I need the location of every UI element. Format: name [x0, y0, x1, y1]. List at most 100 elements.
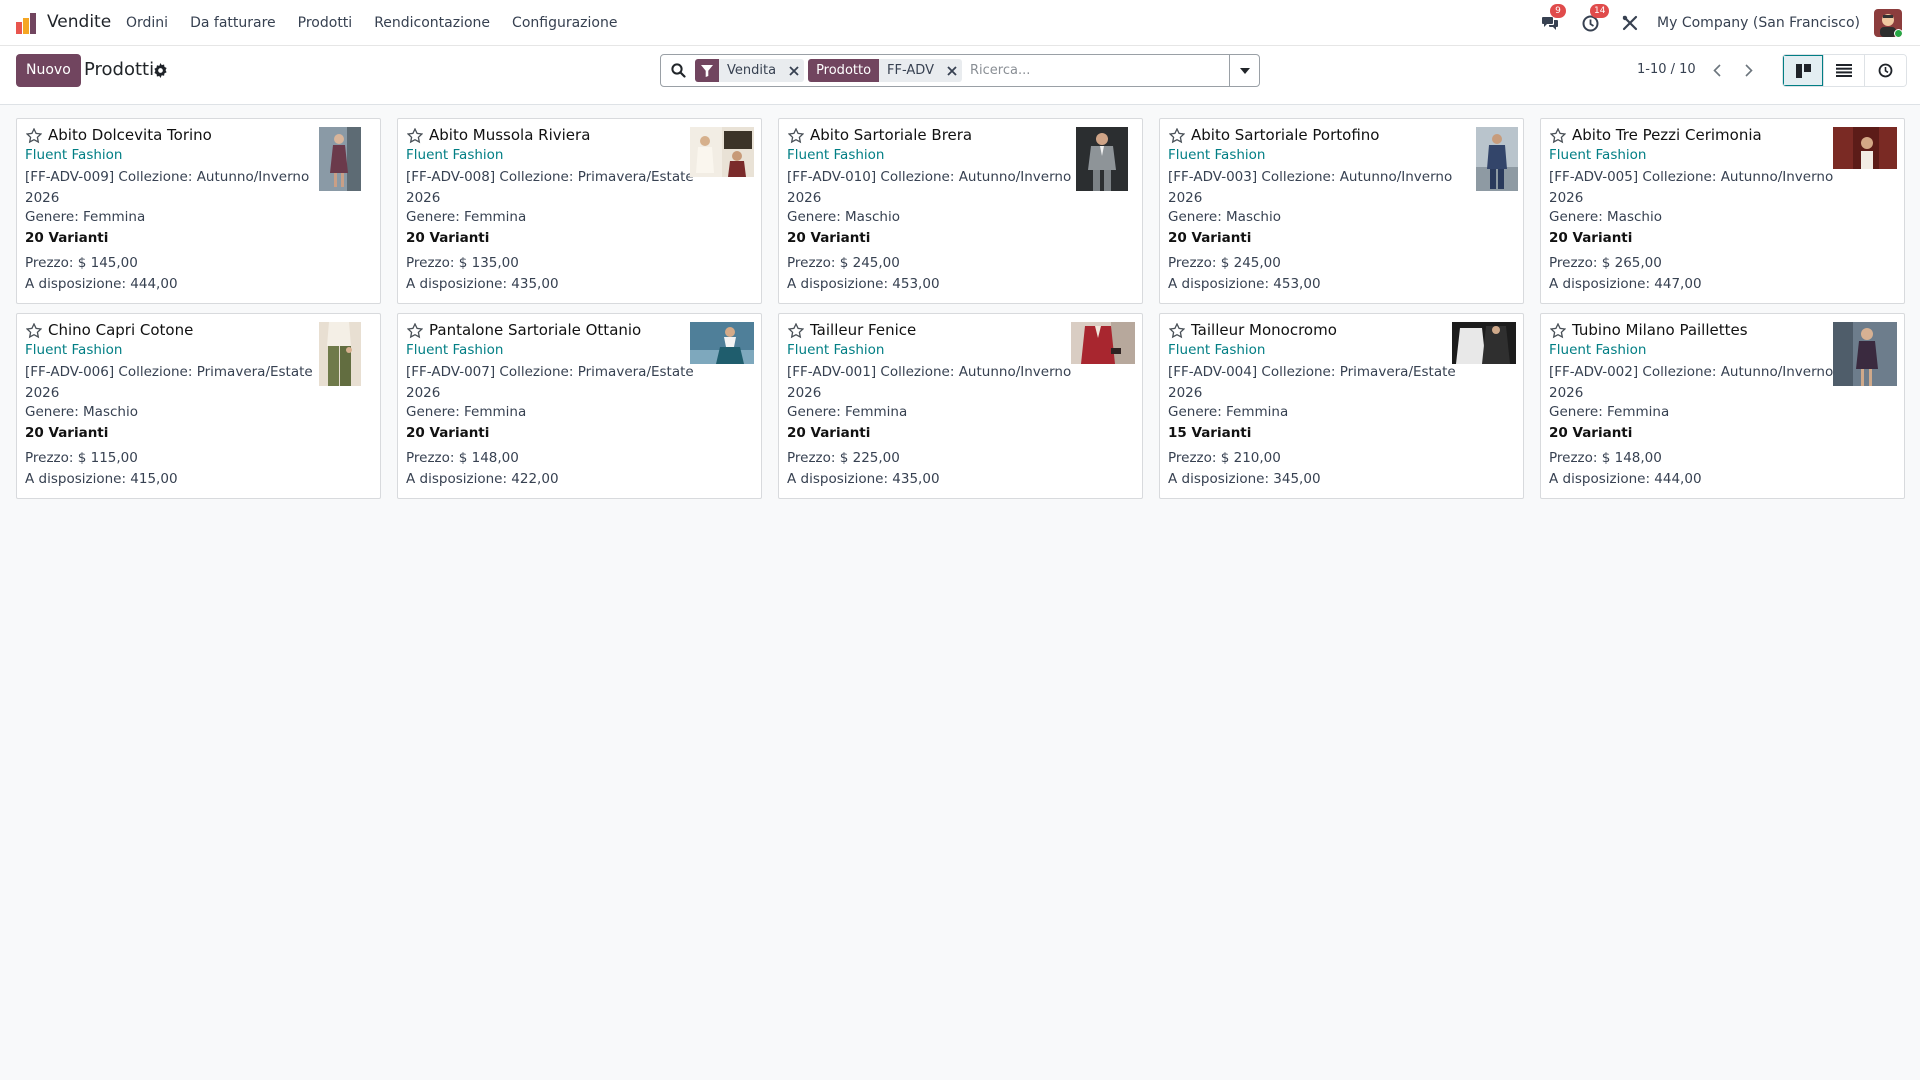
filter-funnel-icon: [701, 64, 713, 77]
product-description: [FF-ADV-004] Collezione: Primavera/Estat…: [1168, 364, 1456, 401]
product-brand: Fluent Fashion: [406, 342, 504, 358]
search-button[interactable]: [661, 55, 695, 86]
search-bar: Vendita Prodotto FF-ADV: [660, 54, 1260, 87]
product-card[interactable]: Tailleur Fenice Fluent Fashion [FF-ADV-0…: [778, 313, 1143, 499]
control-panel: Nuovo Prodotti Vendita Prodotto FF-ADV R…: [0, 46, 1920, 105]
favorite-star-icon[interactable]: [1169, 128, 1185, 144]
product-genre: Genere: Femmina: [1168, 404, 1289, 420]
favorite-star-icon[interactable]: [788, 323, 804, 339]
product-variants: 20 Varianti: [787, 230, 871, 246]
product-stock: A disposizione: 415,00: [25, 471, 178, 487]
product-price: Prezzo: $ 245,00: [1168, 255, 1281, 271]
favorite-star-icon[interactable]: [407, 323, 423, 339]
product-brand: Fluent Fashion: [1549, 147, 1647, 163]
product-variants: 20 Varianti: [1549, 425, 1633, 441]
favorite-star-icon[interactable]: [1550, 323, 1566, 339]
product-image: [690, 322, 754, 364]
product-stock: A disposizione: 453,00: [1168, 276, 1321, 292]
product-card[interactable]: Tubino Milano Paillettes Fluent Fashion …: [1540, 313, 1905, 499]
product-card[interactable]: Pantalone Sartoriale Ottanio Fluent Fash…: [397, 313, 762, 499]
product-brand: Fluent Fashion: [406, 147, 504, 163]
menu-item-configurazione[interactable]: Configurazione: [512, 15, 617, 31]
pager-next-button[interactable]: [1734, 54, 1764, 87]
tools-icon: [1622, 15, 1638, 31]
product-variants: 20 Varianti: [406, 230, 490, 246]
gear-icon[interactable]: [153, 63, 168, 78]
pager-previous-button[interactable]: [1702, 54, 1732, 87]
remove-filter-vendita-button[interactable]: [784, 59, 805, 82]
favorite-star-icon[interactable]: [26, 128, 42, 144]
product-genre: Genere: Maschio: [1168, 209, 1281, 225]
favorite-star-icon[interactable]: [26, 323, 42, 339]
favorite-star-icon[interactable]: [407, 128, 423, 144]
product-stock: A disposizione: 435,00: [787, 471, 940, 487]
close-icon: [947, 65, 957, 76]
product-variants: 20 Varianti: [406, 425, 490, 441]
messages-button[interactable]: 9: [1539, 4, 1567, 34]
chevron-right-icon: [1745, 64, 1753, 77]
favorite-star-icon[interactable]: [1169, 323, 1185, 339]
product-description: [FF-ADV-007] Collezione: Primavera/Estat…: [406, 364, 694, 401]
sales-app-logo-icon[interactable]: [15, 12, 37, 34]
list-view-button[interactable]: [1824, 55, 1865, 86]
product-variants: 20 Varianti: [1168, 230, 1252, 246]
product-name: Abito Mussola Riviera: [429, 126, 591, 144]
main-menu: Ordini Da fatturare Prodotti Rendicontaz…: [126, 15, 639, 31]
search-icon: [670, 63, 686, 78]
new-button[interactable]: Nuovo: [16, 54, 81, 87]
menu-item-prodotti[interactable]: Prodotti: [298, 15, 353, 31]
search-options-toggle[interactable]: [1229, 55, 1259, 86]
product-genre: Genere: Maschio: [25, 404, 138, 420]
search-input[interactable]: [965, 56, 1229, 85]
product-card[interactable]: Chino Capri Cotone Fluent Fashion [FF-AD…: [16, 313, 381, 499]
pager-value[interactable]: 1-10 / 10: [1637, 62, 1696, 77]
product-name: Chino Capri Cotone: [48, 321, 194, 339]
list-icon: [1836, 64, 1852, 77]
product-price: Prezzo: $ 225,00: [787, 450, 900, 466]
product-card[interactable]: Abito Tre Pezzi Cerimonia Fluent Fashion…: [1540, 118, 1905, 304]
company-switcher[interactable]: My Company (San Francisco): [1657, 15, 1860, 31]
product-description: [FF-ADV-005] Collezione: Autunno/Inverno…: [1549, 169, 1834, 206]
product-brand: Fluent Fashion: [787, 147, 885, 163]
product-variants: 15 Varianti: [1168, 425, 1252, 441]
product-card[interactable]: Tailleur Monocromo Fluent Fashion [FF-AD…: [1159, 313, 1524, 499]
product-brand: Fluent Fashion: [1168, 342, 1266, 358]
product-price: Prezzo: $ 210,00: [1168, 450, 1281, 466]
favorite-star-icon[interactable]: [788, 128, 804, 144]
kanban-view-button[interactable]: [1783, 55, 1824, 86]
activities-button[interactable]: 14: [1579, 4, 1610, 34]
product-card[interactable]: Abito Dolcevita Torino Fluent Fashion [F…: [16, 118, 381, 304]
favorite-star-icon[interactable]: [1550, 128, 1566, 144]
product-genre: Genere: Femmina: [406, 209, 527, 225]
remove-filter-prodotto-button[interactable]: [941, 59, 962, 82]
product-name: Abito Sartoriale Portofino: [1191, 126, 1380, 144]
product-description: [FF-ADV-009] Collezione: Autunno/Inverno…: [25, 169, 310, 206]
clock-icon: [1878, 63, 1893, 78]
activity-view-button[interactable]: [1865, 55, 1906, 86]
product-name: Abito Tre Pezzi Cerimonia: [1572, 126, 1762, 144]
menu-item-rendicontazione[interactable]: Rendicontazione: [374, 15, 490, 31]
product-card[interactable]: Abito Mussola Riviera Fluent Fashion [FF…: [397, 118, 762, 304]
filter-facet-vendita: Vendita: [695, 59, 805, 82]
product-card[interactable]: Abito Sartoriale Portofino Fluent Fashio…: [1159, 118, 1524, 304]
product-name: Pantalone Sartoriale Ottanio: [429, 321, 642, 339]
product-genre: Genere: Maschio: [1549, 209, 1662, 225]
menu-item-ordini[interactable]: Ordini: [126, 15, 168, 31]
product-card[interactable]: Abito Sartoriale Brera Fluent Fashion [F…: [778, 118, 1143, 304]
product-price: Prezzo: $ 135,00: [406, 255, 519, 271]
user-avatar[interactable]: [1874, 9, 1902, 37]
product-genre: Genere: Femmina: [25, 209, 146, 225]
product-stock: A disposizione: 444,00: [1549, 471, 1702, 487]
page-title: Prodotti: [84, 59, 155, 80]
app-name[interactable]: Vendite: [47, 12, 111, 32]
product-genre: Genere: Maschio: [787, 209, 900, 225]
messages-badge: 9: [1550, 4, 1567, 18]
product-brand: Fluent Fashion: [1549, 342, 1647, 358]
debug-tools-button[interactable]: [1619, 12, 1641, 34]
view-switcher: [1782, 54, 1907, 87]
menu-item-da-fatturare[interactable]: Da fatturare: [190, 15, 276, 31]
product-variants: 20 Varianti: [25, 230, 109, 246]
close-icon: [789, 65, 799, 76]
product-stock: A disposizione: 422,00: [406, 471, 559, 487]
caret-down-icon: [1239, 67, 1250, 74]
